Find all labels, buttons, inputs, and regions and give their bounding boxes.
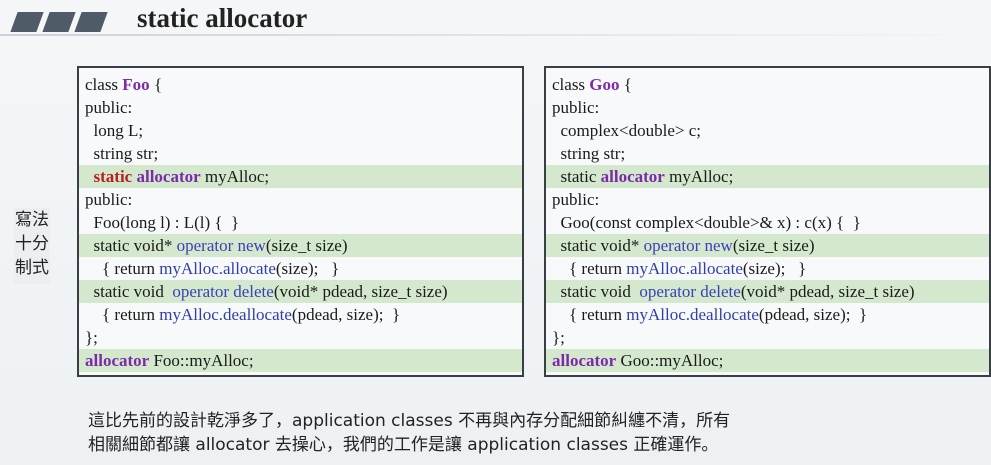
code-line: { return myAlloc.allocate(size); }: [552, 259, 807, 278]
code-line: public:: [85, 98, 133, 117]
code-line: public:: [552, 98, 600, 117]
side-label-line: 制式: [15, 258, 49, 278]
code-line: static allocator myAlloc;: [93, 167, 270, 186]
decorative-bar: [42, 12, 76, 32]
code-line: { return myAlloc.deallocate(pdead, size)…: [552, 305, 868, 324]
code-line: Goo(const complex<double>& x) : c(x) { }: [552, 213, 861, 232]
decorative-bar: [74, 12, 108, 32]
code-line: long L;: [85, 121, 144, 140]
code-line: { return myAlloc.allocate(size); }: [85, 259, 340, 278]
code-line: static void operator delete(void* pdead,…: [85, 282, 448, 301]
code-line: complex<double> c;: [552, 121, 702, 140]
description-line: 相關細節都讓 allocator 去操心，我們的工作是讓 application…: [88, 435, 719, 455]
code-line: { return myAlloc.deallocate(pdead, size)…: [85, 305, 401, 324]
code-line: string str;: [85, 144, 159, 163]
code-line: static void operator delete(void* pdead,…: [552, 282, 915, 301]
code-box-goo: class Goo { public: complex<double> c; s…: [544, 66, 991, 377]
title-bar: static allocator: [0, 0, 991, 40]
code-line: string str;: [552, 144, 626, 163]
decorative-bar: [10, 12, 44, 32]
code-box-foo: class Foo { public: long L; string str; …: [77, 66, 524, 377]
code-line: static allocator myAlloc;: [552, 167, 734, 186]
code-line: public:: [85, 190, 133, 209]
side-label-line: 十分: [15, 234, 49, 254]
code-line: static void* operator new(size_t size): [85, 236, 348, 255]
code-line: Foo(long l) : L(l) { }: [85, 213, 240, 232]
description-line: 這比先前的設計乾淨多了，application classes 不再與內存分配細…: [88, 411, 731, 431]
code-line: };: [85, 328, 98, 347]
side-label: 寫法 十分 制式: [14, 208, 50, 284]
code-line: static void* operator new(size_t size): [552, 236, 815, 255]
slide-title: static allocator: [137, 3, 308, 33]
code-line: class Foo {: [85, 75, 163, 94]
code-line: class Goo {: [552, 75, 632, 94]
description: 這比先前的設計乾淨多了，application classes 不再與內存分配細…: [88, 409, 978, 457]
code-line: allocator Goo::myAlloc;: [552, 351, 724, 370]
title-rule: [0, 34, 991, 36]
code-line: public:: [552, 190, 600, 209]
code-line: allocator Foo::myAlloc;: [85, 351, 254, 370]
code-line: };: [552, 328, 565, 347]
side-label-line: 寫法: [15, 210, 49, 230]
